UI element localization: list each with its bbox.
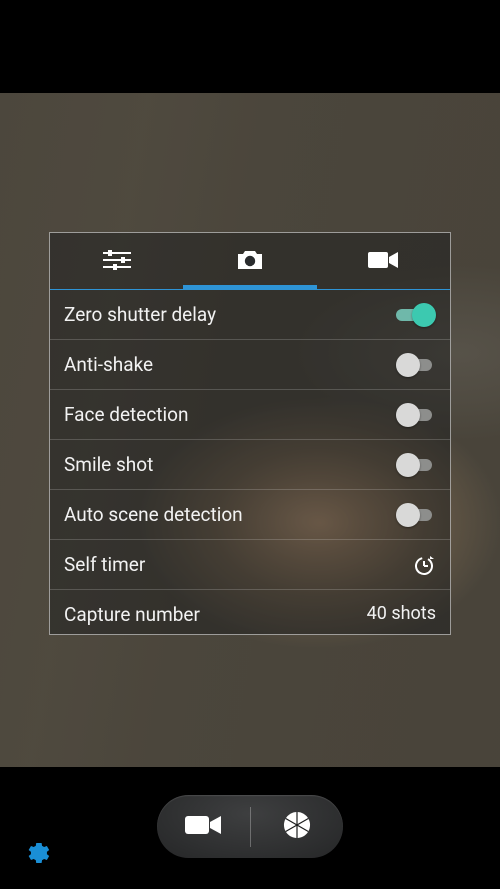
camera-settings-panel: Zero shutter delay Anti-shake Face detec… <box>49 232 451 635</box>
tab-underline <box>50 289 183 290</box>
toggle-anti-shake[interactable] <box>396 353 436 377</box>
video-record-button[interactable] <box>157 795 250 858</box>
row-label: Self timer <box>64 553 145 576</box>
tab-photo[interactable] <box>183 233 316 290</box>
toggle-auto-scene[interactable] <box>396 503 436 527</box>
row-label: Face detection <box>64 403 188 426</box>
toggle-face-detection[interactable] <box>396 403 436 427</box>
settings-button[interactable] <box>22 839 50 871</box>
gear-icon <box>22 852 50 871</box>
sliders-icon <box>103 249 131 275</box>
capture-mode-pill <box>157 795 343 858</box>
row-smile-shot[interactable]: Smile shot <box>50 440 450 490</box>
tab-sliders[interactable] <box>50 233 183 290</box>
row-anti-shake[interactable]: Anti-shake <box>50 340 450 390</box>
shutter-icon <box>281 809 313 845</box>
tab-video[interactable] <box>317 233 450 290</box>
tab-underline <box>317 289 450 290</box>
toggle-zero-shutter[interactable] <box>396 303 436 327</box>
row-zero-shutter-delay[interactable]: Zero shutter delay <box>50 290 450 340</box>
row-label: Capture number <box>64 603 200 626</box>
row-face-detection[interactable]: Face detection <box>50 390 450 440</box>
row-label: Smile shot <box>64 453 153 476</box>
tab-underline-active <box>183 285 316 290</box>
video-icon <box>185 813 221 841</box>
video-icon <box>368 250 398 274</box>
row-label: Auto scene detection <box>64 503 243 526</box>
row-label: Zero shutter delay <box>64 303 216 326</box>
row-self-timer[interactable]: Self timer <box>50 540 450 590</box>
settings-tabs <box>50 233 450 290</box>
row-label: Anti-shake <box>64 353 153 376</box>
shutter-button[interactable] <box>251 795 344 858</box>
camera-icon <box>235 248 265 276</box>
row-value: 40 shots <box>367 603 436 624</box>
row-capture-number[interactable]: Capture number 40 shots <box>50 590 450 635</box>
bottom-bar <box>0 767 500 889</box>
toggle-smile-shot[interactable] <box>396 453 436 477</box>
timer-icon <box>412 553 436 577</box>
row-auto-scene-detection[interactable]: Auto scene detection <box>50 490 450 540</box>
